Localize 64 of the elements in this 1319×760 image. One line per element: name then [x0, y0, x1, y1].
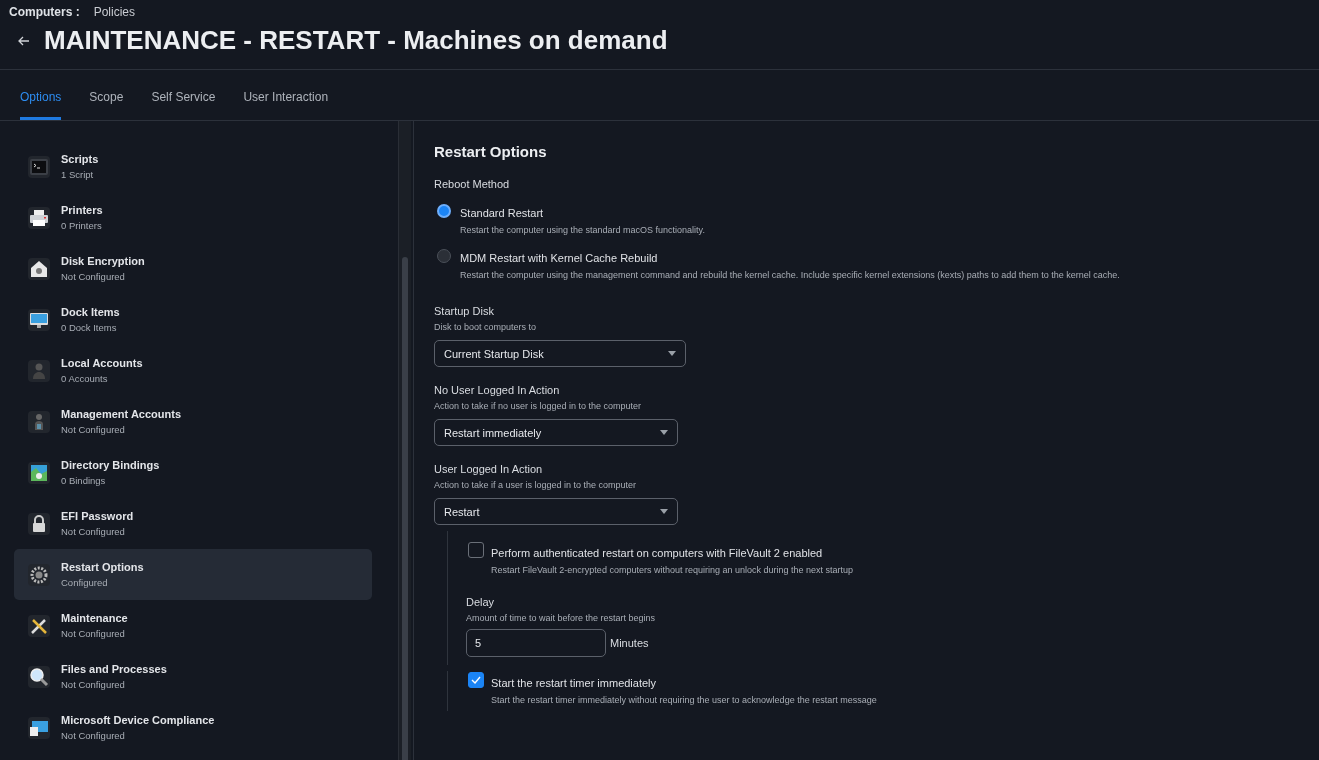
- section-heading: Restart Options: [434, 143, 548, 160]
- dropdown[interactable]: Restart: [434, 498, 678, 525]
- person-icon: [28, 359, 50, 382]
- monitor-icon: [28, 308, 50, 331]
- checkbox[interactable]: [468, 672, 484, 688]
- checkbox-label: Start the restart timer immediately: [491, 677, 657, 689]
- gear-icon: [28, 563, 50, 586]
- option-label: MDM Restart with Kernel Cache Rebuild: [460, 252, 658, 264]
- dropdown[interactable]: Current Startup Disk: [434, 340, 686, 367]
- sidebar-item[interactable]: Printers 0 Printers: [14, 192, 372, 243]
- checkbox-description: Restart FileVault 2-encrypted computers without requiring an unlock during the next startup: [491, 565, 854, 575]
- person-icon: [28, 410, 50, 433]
- scrollbar[interactable]: [398, 121, 411, 760]
- sidebar-item[interactable]: Local Accounts 0 Accounts: [14, 345, 372, 396]
- field-label: User Logged In Action: [434, 463, 544, 475]
- delay-input[interactable]: 5: [466, 629, 606, 657]
- field-hint: Action to take if no user is logged in to the computer: [434, 401, 643, 411]
- field-label: No User Logged In Action: [434, 384, 561, 396]
- monitor-icon: [28, 716, 50, 739]
- checkbox-label: Perform authenticated restart on computers with FileVault 2 enabled: [491, 547, 823, 559]
- checkbox[interactable]: [468, 542, 484, 558]
- magnifier-icon: [28, 665, 50, 688]
- field-label: Reboot Method: [434, 178, 511, 190]
- field-label: Delay: [466, 596, 496, 608]
- page-title: MAINTENANCE - RESTART - Machines on demand: [44, 25, 668, 56]
- field-label: Startup Disk: [434, 305, 495, 317]
- tools-icon: [28, 614, 50, 637]
- breadcrumb-link[interactable]: Computers :: [9, 5, 80, 19]
- sidebar-item[interactable]: EFI Password Not Configured: [14, 498, 372, 549]
- tab[interactable]: Scope: [89, 70, 124, 120]
- unit-label: Minutes: [610, 637, 649, 649]
- checkbox-description: Start the restart timer immediately without requiring the user to acknowledge the restart message: [491, 695, 877, 705]
- field-hint: Amount of time to wait before the restart begins: [466, 613, 657, 623]
- tab[interactable]: Self Service: [151, 70, 216, 120]
- radio-button[interactable]: [437, 249, 451, 263]
- lock-icon: [28, 512, 50, 535]
- map-icon: [28, 461, 50, 484]
- option-label: Standard Restart: [460, 207, 544, 219]
- sidebar-item[interactable]: Scripts 1 Script: [14, 141, 372, 192]
- option-description: Restart the computer using the standard macOS functionality.: [460, 225, 705, 235]
- back-arrow-icon[interactable]: [18, 35, 30, 46]
- sidebar-item[interactable]: Management Accounts Not Configured: [14, 396, 372, 447]
- sidebar-item[interactable]: Files and Processes Not Configured: [14, 651, 372, 702]
- option-description: Restart the computer using the management command and rebuild the kernel cache. Include specific kernel extensions (kexts) paths to add them to the kernel cache.: [460, 270, 1120, 280]
- sidebar-item[interactable]: Dock Items 0 Dock Items: [14, 294, 372, 345]
- radio-button[interactable]: [437, 204, 451, 218]
- tab[interactable]: User Interaction: [243, 70, 329, 120]
- sidebar-item[interactable]: Restart Options Configured: [14, 549, 372, 600]
- checkmark-icon: [471, 676, 481, 684]
- field-hint: Action to take if a user is logged in to the computer: [434, 480, 638, 490]
- sidebar-item[interactable]: Directory Bindings 0 Bindings: [14, 447, 372, 498]
- breadcrumb-current: Policies: [93, 5, 136, 19]
- tab[interactable]: Options: [20, 70, 62, 120]
- printer-icon: [28, 206, 50, 229]
- field-hint: Disk to boot computers to: [434, 322, 538, 332]
- caret-icon: [660, 430, 668, 435]
- terminal-icon: [28, 155, 50, 178]
- house-icon: [28, 257, 50, 280]
- sidebar-item[interactable]: Microsoft Device Compliance Not Configured: [14, 702, 372, 753]
- dropdown[interactable]: Restart immediately: [434, 419, 678, 446]
- sidebar-item[interactable]: Maintenance Not Configured: [14, 600, 372, 651]
- caret-icon: [668, 351, 676, 356]
- sidebar-item[interactable]: Disk Encryption Not Configured: [14, 243, 372, 294]
- caret-icon: [660, 509, 668, 514]
